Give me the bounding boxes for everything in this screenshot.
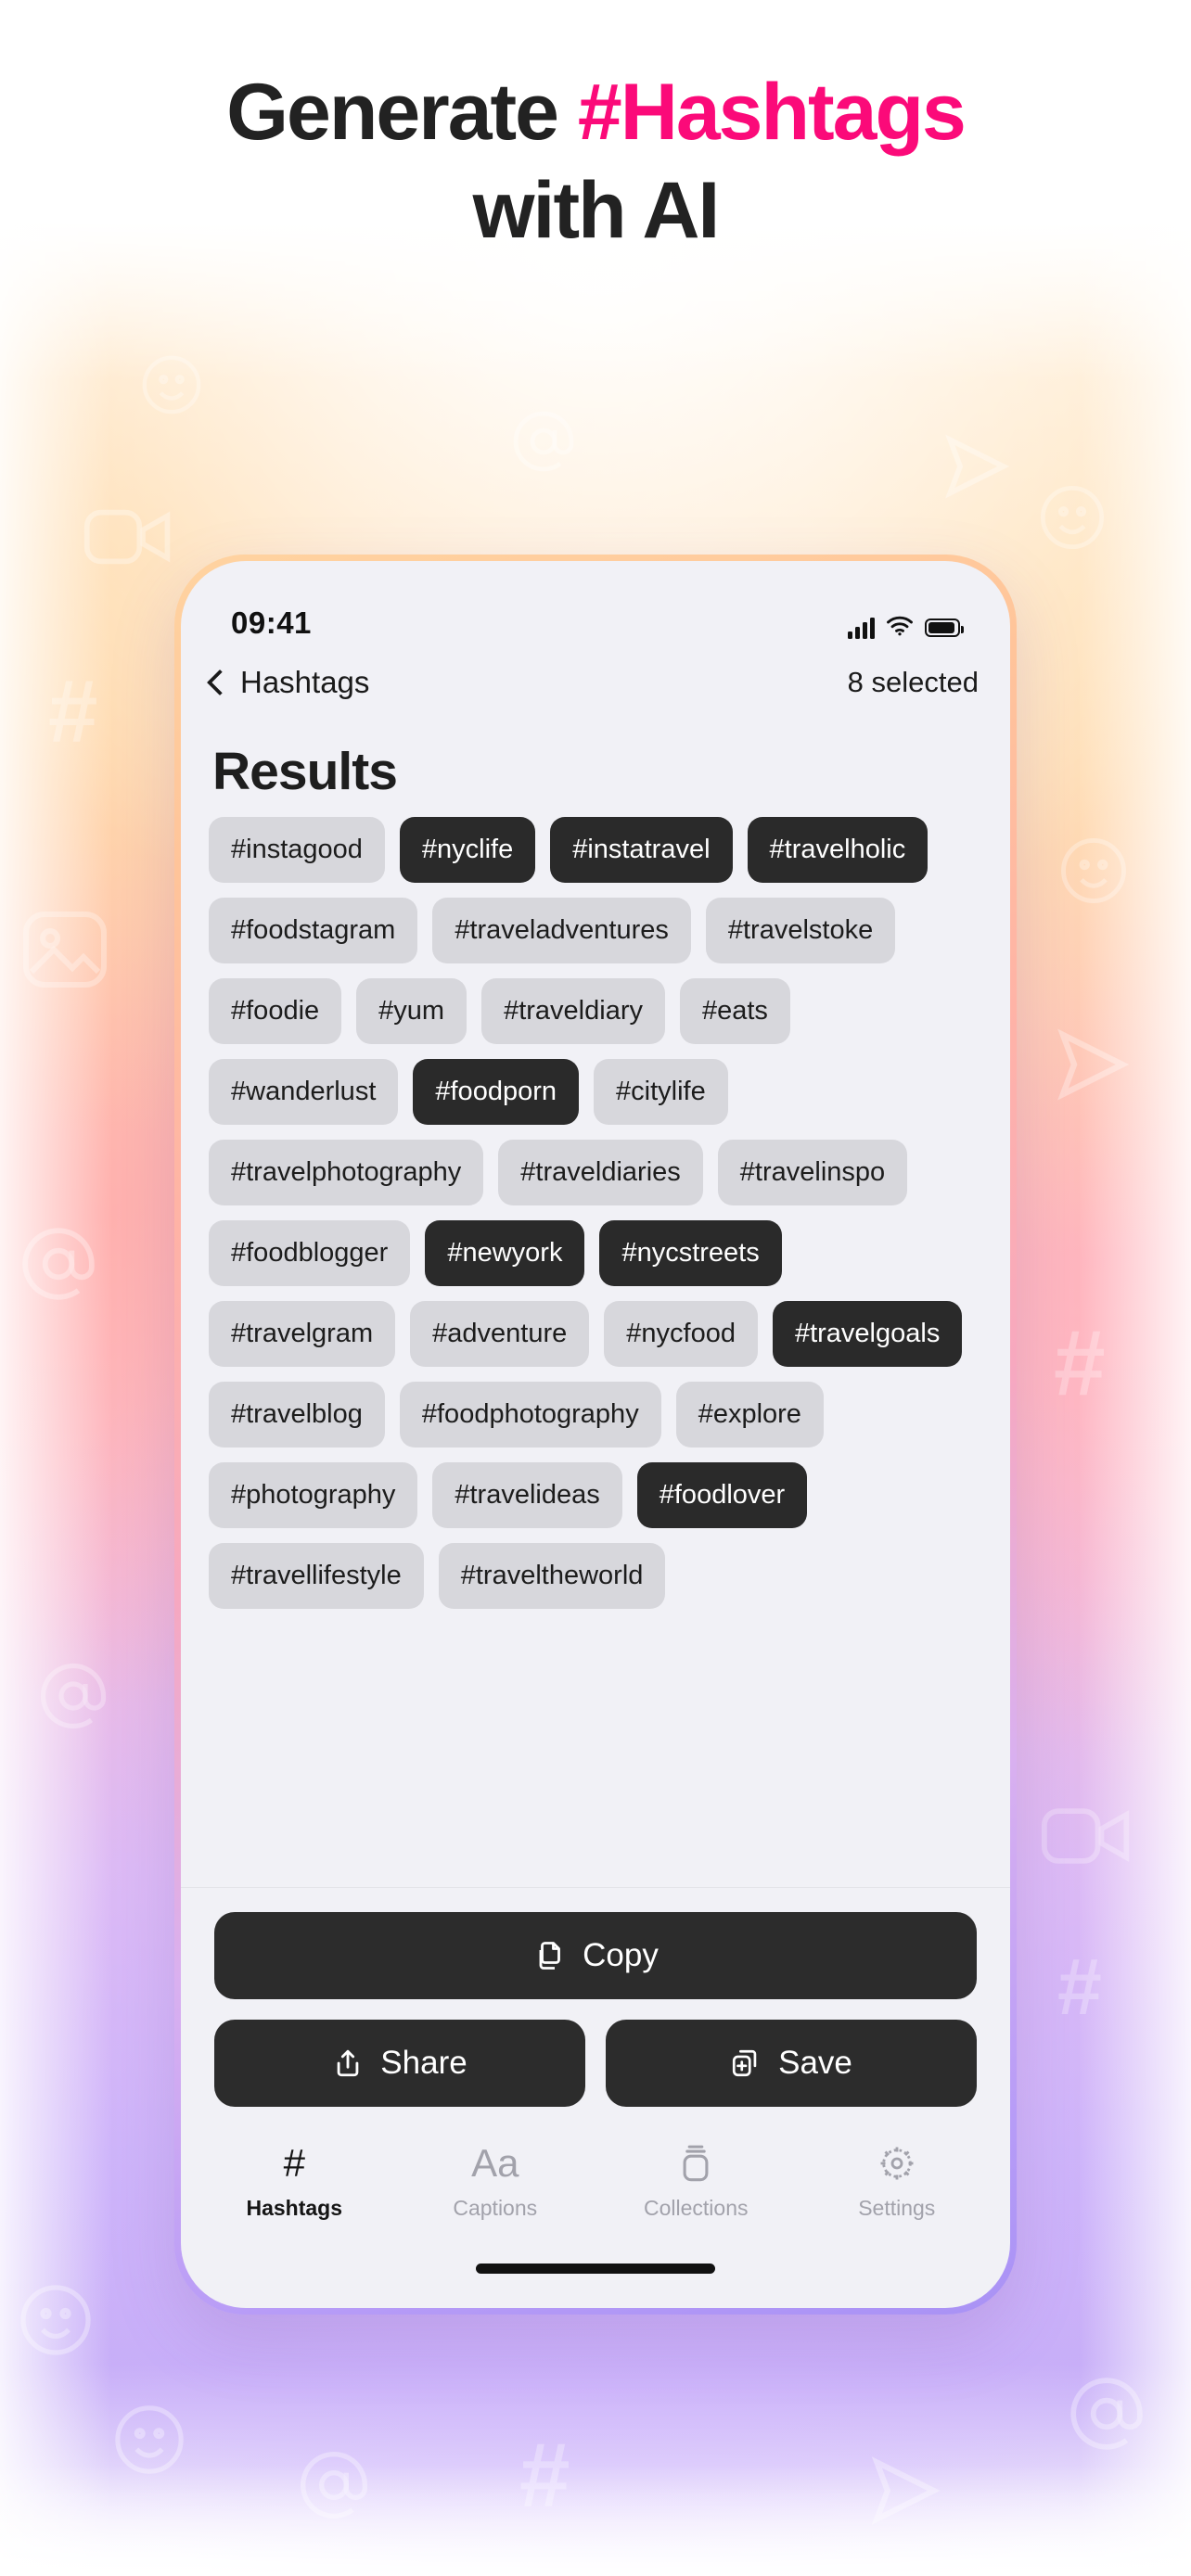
- collections-stack-icon: [680, 2142, 711, 2185]
- results-heading: Results: [212, 742, 398, 801]
- hash-icon: #: [283, 2141, 305, 2185]
- hashtag-chip[interactable]: #travelholic: [747, 817, 928, 883]
- headline-accent: #Hashtags: [577, 68, 967, 157]
- hashtag-chip[interactable]: #yum: [356, 978, 467, 1044]
- hashtag-chip[interactable]: #foodie: [209, 978, 342, 1044]
- copy-button-label: Copy: [583, 1937, 659, 1973]
- hashtag-chip[interactable]: #citylife: [594, 1059, 728, 1125]
- status-icons: [848, 615, 964, 641]
- tab-label: Collections: [644, 2196, 749, 2220]
- save-add-icon: [730, 2047, 762, 2079]
- back-button[interactable]: Hashtags: [205, 665, 369, 700]
- app-nav-bar: Hashtags 8 selected: [181, 646, 1010, 719]
- share-button[interactable]: Share: [214, 2020, 585, 2107]
- hashtag-chip[interactable]: #travelgoals: [772, 1301, 963, 1367]
- headline-line1: Generate #Hashtags: [226, 68, 967, 157]
- hashtag-chip[interactable]: #traveldiaries: [498, 1140, 703, 1205]
- tab-hashtags[interactable]: # Hashtags: [194, 2142, 395, 2221]
- phone-mockup: 09:41 Hashtags 8 selected Results #insta…: [174, 555, 1017, 2315]
- copy-icon: [532, 1939, 566, 1972]
- bottom-tab-bar: # Hashtags Aa Captions Collections Settings: [181, 2118, 1010, 2228]
- share-button-label: Share: [380, 2045, 467, 2081]
- save-button[interactable]: Save: [606, 2020, 977, 2107]
- home-indicator-area: [181, 2228, 1010, 2308]
- hashtag-chip[interactable]: #travelinspo: [717, 1140, 908, 1205]
- text-format-icon: Aa: [471, 2141, 519, 2185]
- tab-collections[interactable]: Collections: [596, 2142, 797, 2221]
- tab-captions[interactable]: Aa Captions: [395, 2142, 596, 2221]
- background-fade-left: [0, 223, 111, 2576]
- wifi-icon: [886, 615, 914, 641]
- hashtag-chip[interactable]: #photography: [209, 1462, 418, 1528]
- hashtag-chip[interactable]: #travelblog: [209, 1382, 385, 1447]
- hashtag-chip[interactable]: #instagood: [209, 817, 385, 883]
- hashtag-chip[interactable]: #nycfood: [604, 1301, 758, 1367]
- hashtag-chip[interactable]: #adventure: [410, 1301, 590, 1367]
- tab-settings[interactable]: Settings: [797, 2142, 998, 2221]
- secondary-action-row: Share Save: [214, 2020, 977, 2107]
- hashtag-chip[interactable]: #nyclife: [399, 817, 536, 883]
- status-bar: 09:41: [181, 561, 1010, 646]
- home-indicator[interactable]: [476, 2263, 715, 2274]
- hashtag-chip[interactable]: #traveldiary: [481, 978, 665, 1044]
- tab-label: Settings: [858, 2196, 936, 2220]
- phone-screen: 09:41 Hashtags 8 selected Results #insta…: [181, 561, 1010, 2308]
- hashtag-chip[interactable]: #nycstreets: [599, 1220, 782, 1286]
- hashtag-chip[interactable]: #explore: [675, 1382, 824, 1447]
- hashtag-chip[interactable]: #foodblogger: [209, 1220, 411, 1286]
- back-button-label: Hashtags: [240, 665, 370, 699]
- hashtag-chip[interactable]: #travelideas: [432, 1462, 622, 1528]
- hashtag-results-scroll[interactable]: #instagood #nyclife #instatravel #travelhol…: [181, 817, 1010, 1887]
- headline-line2: with AI: [472, 166, 721, 255]
- hashtag-chip[interactable]: #newyork: [425, 1220, 585, 1286]
- hashtag-chip[interactable]: #traveltheworld: [438, 1543, 666, 1609]
- hashtag-chip[interactable]: #foodporn: [413, 1059, 579, 1125]
- selected-count-badge: 8 selected: [847, 666, 979, 698]
- page-title: Generate #Hashtags with AI: [0, 72, 1191, 250]
- hashtag-chip[interactable]: #instatravel: [550, 817, 733, 883]
- hashtag-chip[interactable]: #wanderlust: [209, 1059, 399, 1125]
- hashtag-chip[interactable]: #eats: [679, 978, 790, 1044]
- tab-label: Hashtags: [246, 2196, 343, 2220]
- background-fade-bottom: [0, 2465, 1191, 2576]
- copy-button[interactable]: Copy: [214, 1912, 977, 1999]
- save-button-label: Save: [778, 2045, 852, 2081]
- status-time: 09:41: [231, 606, 312, 640]
- share-icon: [332, 2047, 364, 2079]
- hashtag-chip[interactable]: #foodlover: [636, 1462, 808, 1528]
- hashtag-chip[interactable]: #travelphotography: [209, 1140, 484, 1205]
- chevron-left-icon: [206, 669, 234, 696]
- battery-icon: [925, 618, 964, 637]
- hashtag-chip[interactable]: #travelgram: [209, 1301, 396, 1367]
- hashtag-chip[interactable]: #foodphotography: [399, 1382, 661, 1447]
- hashtag-chip-list: #instagood #nyclife #instatravel #travelhol…: [209, 817, 982, 1609]
- tab-label: Captions: [453, 2196, 538, 2220]
- headline-plain: Generate: [226, 68, 578, 157]
- hashtag-chip[interactable]: #travelstoke: [705, 898, 896, 963]
- hashtag-chip[interactable]: #traveladventures: [432, 898, 691, 963]
- gear-icon: [878, 2142, 916, 2185]
- hashtag-chip[interactable]: #travellifestyle: [209, 1543, 424, 1609]
- cellular-signal-icon: [848, 617, 875, 639]
- hashtag-chip[interactable]: #foodstagram: [209, 898, 418, 963]
- action-panel: Copy Share Save: [181, 1887, 1010, 2118]
- background-fade-right: [1080, 223, 1191, 2576]
